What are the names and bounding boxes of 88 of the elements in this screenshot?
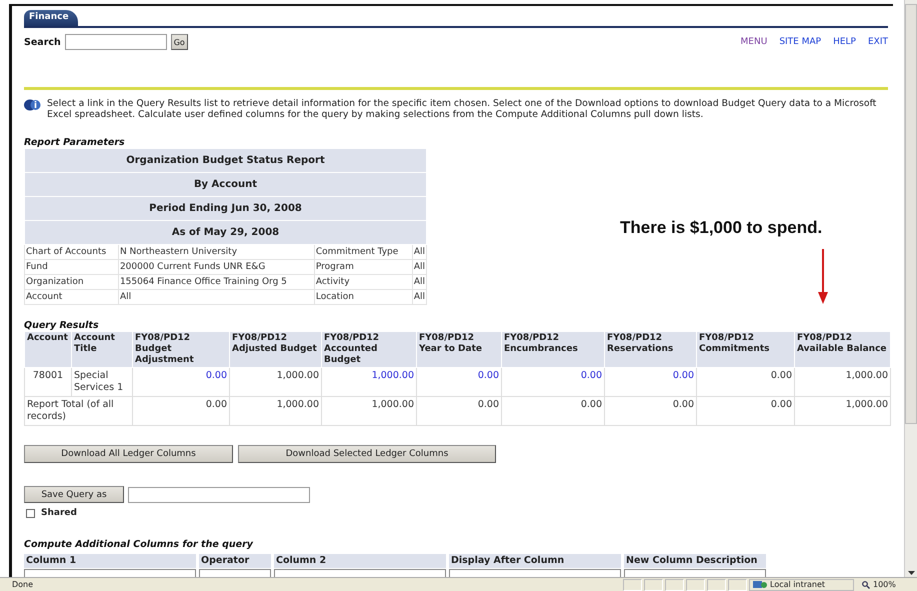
column-header: FY08/PD12 Budget Adjustment xyxy=(132,332,230,368)
table-cell: 1,000.00 xyxy=(322,396,416,426)
column-header: Operator xyxy=(199,554,271,568)
status-text: Done xyxy=(12,580,34,589)
table-cell: All xyxy=(412,244,426,260)
table-cell: 1,000.00 xyxy=(794,396,890,426)
table-cell: N Northeastern University xyxy=(118,244,314,260)
table-cell: Location xyxy=(314,290,412,304)
table-cell: Special Services 1 xyxy=(72,368,132,396)
search-field[interactable] xyxy=(64,34,167,50)
table-cell: All xyxy=(118,290,314,304)
amount-link[interactable]: 0.00 xyxy=(416,368,502,396)
table-cell: 1,000.00 xyxy=(230,368,322,396)
scroll-down-icon[interactable] xyxy=(908,571,914,575)
report-heading: Organization Budget Status Report xyxy=(24,148,426,172)
table-cell: 78001 xyxy=(24,368,72,396)
column-header: Account Title xyxy=(72,332,132,368)
section-title: Query Results xyxy=(24,320,100,331)
search-label: Search xyxy=(24,36,61,48)
shared-checkbox[interactable] xyxy=(26,508,35,518)
column-header: FY08/PD12 Year to Date xyxy=(416,332,502,368)
nav-link[interactable]: HELP xyxy=(833,37,856,47)
table-cell: All xyxy=(412,290,426,304)
annotation-text: There is $1,000 to spend. xyxy=(620,218,822,238)
nav-link[interactable]: MENU xyxy=(740,37,768,47)
column-header: FY08/PD12 Adjusted Budget xyxy=(230,332,322,368)
info-text: Select a link in the Query Results list to retrieve detail information for the specific item chosen. Select one of the Download options to download Budget Query data to a Microsoft Excel spreadsheet. Calculate user defined columns for the query by making selections from the Compute Additional Columns pull down lists. xyxy=(47,98,878,120)
column-header: FY08/PD12 Encumbrances xyxy=(502,332,604,368)
zone-text: Local intranet xyxy=(770,580,826,589)
status-pane xyxy=(665,578,684,590)
zoom-level[interactable]: 100% xyxy=(873,580,896,589)
column-header: FY08/PD12 Commitments xyxy=(696,332,794,368)
table-cell: 0.00 xyxy=(502,396,604,426)
status-pane xyxy=(707,578,726,590)
column-header: Column 1 xyxy=(24,554,196,568)
table-cell: Commitment Type xyxy=(314,244,412,260)
report-heading: As of May 29, 2008 xyxy=(24,220,426,244)
column-header: Display After Column xyxy=(449,554,621,568)
section-title: Compute Additional Columns for the query xyxy=(24,539,254,550)
column-header: FY08/PD12 Accounted Budget xyxy=(322,332,416,368)
column-header: Account xyxy=(24,332,72,368)
nav-link[interactable]: EXIT xyxy=(868,37,888,47)
finance-tab[interactable]: Finance xyxy=(24,10,78,26)
globe-icon xyxy=(753,580,767,589)
table-cell: Organization xyxy=(24,274,118,290)
section-title: Report Parameters xyxy=(24,137,126,148)
status-pane xyxy=(686,578,705,590)
status-pane xyxy=(623,578,642,590)
scrollbar-thumb[interactable] xyxy=(905,4,917,424)
table-cell: Account xyxy=(24,290,118,304)
save-query-button[interactable]: Save Query as xyxy=(24,486,124,503)
report-heading: By Account xyxy=(24,172,426,196)
amount-link[interactable]: 0.00 xyxy=(132,368,230,396)
table-cell: 0.00 xyxy=(132,396,230,426)
table-cell: Activity xyxy=(314,274,412,290)
download-button[interactable]: Download Selected Ledger Columns xyxy=(238,445,496,463)
zoom-icon[interactable] xyxy=(862,580,870,588)
arrow-icon xyxy=(818,249,828,304)
table-cell: 1,000.00 xyxy=(230,396,322,426)
table-cell: 155064 Finance Office Training Org 5 xyxy=(118,274,314,290)
nav-link[interactable]: SITE MAP xyxy=(779,37,822,47)
column-header: FY08/PD12 Available Balance xyxy=(794,332,890,368)
column-header: Column 2 xyxy=(274,554,446,568)
table-cell: 1,000.00 xyxy=(794,368,890,396)
table-cell: Fund xyxy=(24,260,118,274)
amount-link[interactable]: 0.00 xyxy=(604,368,696,396)
info-icon xyxy=(24,99,41,111)
table-cell: All xyxy=(412,274,426,290)
amount-link[interactable]: 1,000.00 xyxy=(322,368,416,396)
table-cell: 0.00 xyxy=(696,368,794,396)
status-pane xyxy=(728,578,747,590)
go-button[interactable]: Go xyxy=(170,34,188,50)
table-cell: 0.00 xyxy=(696,396,794,426)
table-cell: Report Total (of all records) xyxy=(24,396,132,426)
table-cell: All xyxy=(412,260,426,274)
table-cell: 0.00 xyxy=(416,396,502,426)
status-pane xyxy=(644,578,663,590)
query-name-field[interactable] xyxy=(128,486,310,502)
column-header: FY08/PD12 Reservations xyxy=(604,332,696,368)
table-cell: 200000 Current Funds UNR E&G xyxy=(118,260,314,274)
table-cell: 0.00 xyxy=(604,396,696,426)
table-cell: Chart of Accounts xyxy=(24,244,118,260)
download-button[interactable]: Download All Ledger Columns xyxy=(24,445,233,463)
report-heading: Period Ending Jun 30, 2008 xyxy=(24,196,426,220)
checkbox-label: Shared xyxy=(41,508,77,518)
amount-link[interactable]: 0.00 xyxy=(502,368,604,396)
column-header: New Column Description xyxy=(624,554,766,568)
table-cell: Program xyxy=(314,260,412,274)
